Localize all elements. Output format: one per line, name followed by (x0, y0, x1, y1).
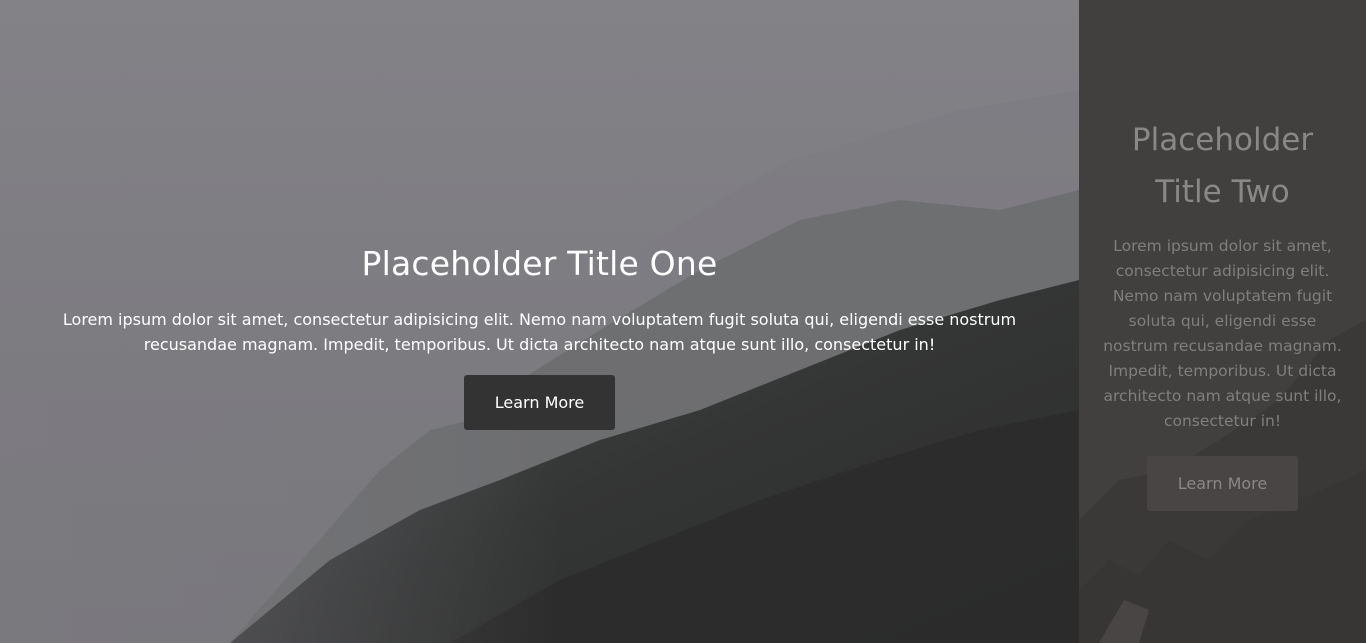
slide-one-content: Placeholder Title One Lorem ipsum dolor … (30, 244, 1049, 430)
slide-two-content: Placeholder Title Two Lorem ipsum dolor … (1100, 114, 1345, 511)
slide-two-title: Placeholder Title Two (1131, 122, 1314, 210)
slide-one-title: Placeholder Title One (361, 244, 718, 283)
slide-one-description: Lorem ipsum dolor sit amet, consectetur … (62, 310, 1017, 354)
slide-one: Placeholder Title One Lorem ipsum dolor … (0, 0, 1079, 643)
slide-two-description: Lorem ipsum dolor sit amet, consectetur … (1103, 237, 1342, 430)
hero-slider: Placeholder Title One Lorem ipsum dolor … (0, 0, 1366, 643)
learn-more-button-two[interactable]: Learn More (1147, 456, 1298, 511)
learn-more-button-one[interactable]: Learn More (464, 375, 615, 430)
